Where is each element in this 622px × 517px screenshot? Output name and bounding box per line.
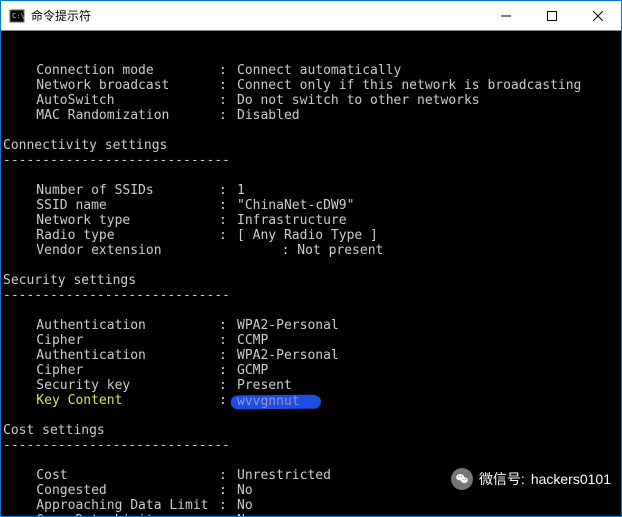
wechat-icon [451,468,473,490]
terminal-output[interactable]: Connection mode: Connect automatically N… [1,31,621,516]
section-header: Cost settings [1,423,621,438]
titlebar[interactable]: C:\ 命令提示符 [1,1,621,31]
field-sep: : [219,348,237,363]
field-value: CCMP [237,333,621,348]
field-value: wvvgnnut [237,393,621,408]
field-label: AutoSwitch [1,93,219,108]
field-label: Network broadcast [1,78,219,93]
field-sep: : [219,498,237,513]
field-value: GCMP [237,363,621,378]
field-label: Over Data Limit [1,513,219,516]
field-label: MAC Randomization [1,108,219,123]
output-row: Number of SSIDs: 1 [1,183,621,198]
output-row: Connection mode: Connect automatically [1,63,621,78]
field-sep: : [219,78,237,93]
field-sep: : [219,468,237,483]
minimize-button[interactable] [483,1,529,30]
field-sep: : [219,213,237,228]
output-row: Vendor extension : Not present [1,243,621,258]
field-label: Radio type [1,228,219,243]
output-row: Over Data Limit: No [1,513,621,516]
output-row: MAC Randomization: Disabled [1,108,621,123]
field-label: SSID name [1,198,219,213]
field-value: Connect only if this network is broadcas… [237,78,621,93]
section-divider: ----------------------------- [1,438,621,453]
blank-line [1,168,621,183]
section-divider: ----------------------------- [1,153,621,168]
redacted-value: wvvgnnut [237,394,315,408]
field-sep: : [219,108,237,123]
blank-line [1,123,621,138]
field-label: Cipher [1,333,219,348]
field-label: Number of SSIDs [1,183,219,198]
output-row: Radio type: [ Any Radio Type ] [1,228,621,243]
field-value: Present [237,378,621,393]
field-sep: : [219,198,237,213]
output-row: Network broadcast: Connect only if this … [1,78,621,93]
output-row: Network type: Infrastructure [1,213,621,228]
maximize-button[interactable] [529,1,575,30]
field-label: Cipher [1,363,219,378]
output-row: Key Content: wvvgnnut [1,393,621,408]
field-value: Infrastructure [237,213,621,228]
cmd-icon: C:\ [9,8,25,24]
field-label: Connection mode [1,63,219,78]
field-label: Key Content [1,393,219,408]
field-label: Network type [1,213,219,228]
field-value: Disabled [237,108,621,123]
field-label: Cost [1,468,219,483]
blank-line [1,453,621,468]
field-value: : Not present [219,243,621,258]
output-row: AutoSwitch: Do not switch to other netwo… [1,93,621,108]
field-value: "ChinaNet-cDW9" [237,198,621,213]
output-row: Approaching Data Limit: No [1,498,621,513]
svg-text:C:\: C:\ [12,12,25,20]
section-header: Security settings [1,273,621,288]
watermark-prefix: 微信号: [479,472,525,487]
blank-line [1,408,621,423]
output-row: Cipher: CCMP [1,333,621,348]
field-value: [ Any Radio Type ] [237,228,621,243]
field-sep: : [219,513,237,516]
field-value: Connect automatically [237,63,621,78]
field-value: WPA2-Personal [237,348,621,363]
field-label: Vendor extension [1,243,219,258]
field-label: Security key [1,378,219,393]
output-row: Cipher: GCMP [1,363,621,378]
watermark-handle: hackers0101 [531,472,611,487]
field-sep: : [219,93,237,108]
field-sep: : [219,318,237,333]
field-sep: : [219,63,237,78]
field-label: Authentication [1,318,219,333]
cmd-window: C:\ 命令提示符 Connection mode: Connect autom… [1,1,621,516]
field-value: WPA2-Personal [237,318,621,333]
field-value: Do not switch to other networks [237,93,621,108]
field-sep: : [219,183,237,198]
close-button[interactable] [575,1,621,30]
field-sep: : [219,378,237,393]
window-controls [483,1,621,30]
field-sep: : [219,333,237,348]
watermark: 微信号: hackers0101 [451,468,611,490]
field-sep: : [219,228,237,243]
output-row: Authentication: WPA2-Personal [1,348,621,363]
field-sep: : [219,483,237,498]
field-label: Authentication [1,348,219,363]
section-header: Connectivity settings [1,138,621,153]
blank-line [1,303,621,318]
output-row: Security key: Present [1,378,621,393]
field-value: 1 [237,183,621,198]
section-divider: ----------------------------- [1,288,621,303]
blank-line [1,258,621,273]
field-sep: : [219,363,237,378]
field-value: No [237,513,621,516]
field-label: Approaching Data Limit [1,498,219,513]
window-title: 命令提示符 [31,7,483,24]
field-label: Congested [1,483,219,498]
output-row: SSID name: "ChinaNet-cDW9" [1,198,621,213]
output-row: Authentication: WPA2-Personal [1,318,621,333]
field-value: No [237,498,621,513]
